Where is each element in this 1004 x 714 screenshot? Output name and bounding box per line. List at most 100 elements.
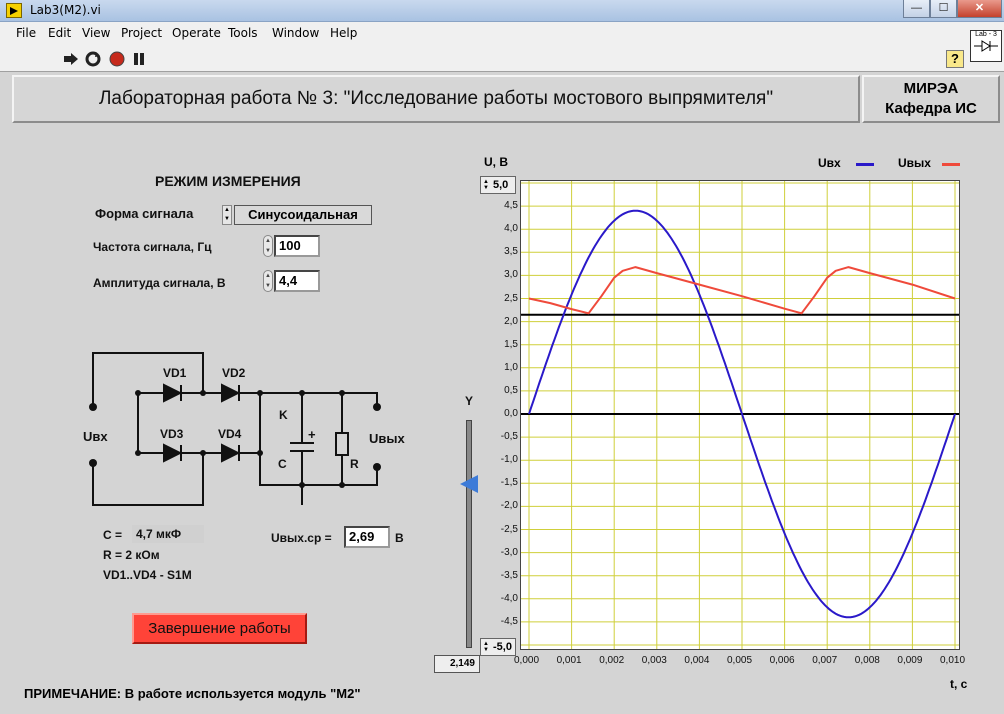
x-tick-label: 0,001 [556, 655, 582, 666]
diode-vd3-label: VD3 [160, 427, 184, 441]
menu-project[interactable]: Project [121, 26, 162, 40]
frequency-input[interactable]: 100 [274, 235, 320, 257]
x-tick-label: 0,005 [727, 655, 753, 666]
signal-form-value[interactable]: Синусоидальная [234, 205, 372, 225]
y-cursor-slider-knob[interactable] [460, 475, 478, 493]
switch-k-label: K [279, 408, 288, 422]
y-tick-label: -3,0 [500, 546, 518, 558]
x-tick-label: 0,010 [940, 655, 966, 666]
x-tick-label: 0,009 [897, 655, 923, 666]
scale-arrows-icon[interactable]: ▲ ▼ [483, 641, 489, 653]
menu-view[interactable]: View [82, 26, 110, 40]
output-voltage-label: Uвых [369, 431, 405, 446]
amplitude-input[interactable]: 4,4 [274, 270, 320, 292]
menu-tools[interactable]: Tools [228, 26, 258, 40]
graph-y-label: U, В [484, 155, 508, 169]
minimize-button[interactable]: — [903, 0, 930, 18]
amplitude-increment-icon[interactable]: ▲ ▼ [263, 270, 273, 292]
run-arrow-icon[interactable] [62, 50, 80, 68]
y-max-scale-input[interactable]: ▲ ▼ 5,0 [480, 176, 516, 194]
graph-x-label: t, c [950, 677, 968, 691]
vi-icon: Lab - 3 [970, 30, 1002, 62]
output-average-label: Uвых.ср = [271, 531, 332, 545]
y-tick-label: -0,5 [500, 431, 518, 443]
waveform-graph [520, 180, 960, 650]
y-tick-label: -1,0 [500, 454, 518, 466]
y-tick-label: -3,5 [500, 569, 518, 581]
capacitance-value: 4,7 мкФ [132, 525, 204, 543]
y-tick-label: 0,5 [504, 384, 518, 396]
capacitance-label: C = [103, 528, 123, 542]
resistance-line: R = 2 кОм [103, 548, 160, 562]
x-tick-label: 0,008 [854, 655, 880, 666]
context-help-button[interactable]: ? [946, 50, 964, 68]
frequency-label: Частота сигнала, Гц [93, 240, 212, 254]
lab-title: Лабораторная работа № 3: "Исследование р… [98, 88, 774, 109]
menu-operate[interactable]: Operate [172, 26, 221, 40]
output-average-value: 2,69 [344, 526, 390, 548]
lab-title-panel: Лабораторная работа № 3: "Исследование р… [12, 75, 860, 123]
frequency-increment-icon[interactable]: ▲ ▼ [263, 235, 273, 257]
x-tick-label: 0,003 [641, 655, 667, 666]
y-tick-label: -4,5 [500, 615, 518, 627]
resistor-r-label: R [350, 457, 359, 471]
menu-window[interactable]: Window [272, 26, 319, 40]
y-min-scale-input[interactable]: ▲ ▼ -5,0 [480, 638, 516, 656]
legend-uin-swatch [856, 163, 874, 166]
window-title: Lab3(M2).vi [30, 3, 101, 17]
y-tick-label: 3,0 [504, 269, 518, 281]
capacitor-plus-label: + [308, 427, 316, 442]
y-tick-label: -2,0 [500, 500, 518, 512]
output-average-unit: В [395, 531, 404, 545]
x-tick-label: 0,000 [514, 655, 540, 666]
y-tick-label: 2,0 [504, 315, 518, 327]
ring-arrows-icon[interactable]: ▲ ▼ [222, 205, 232, 225]
diode-vd1-label: VD1 [163, 366, 187, 380]
menu-file[interactable]: File [16, 26, 36, 40]
pause-icon[interactable] [130, 50, 148, 68]
x-tick-label: 0,007 [812, 655, 838, 666]
y-tick-label: 3,5 [504, 246, 518, 258]
signal-form-label: Форма сигнала [95, 206, 194, 221]
scale-arrows-icon[interactable]: ▲ ▼ [483, 179, 489, 191]
diodes-line: VD1..VD4 - S1M [103, 568, 192, 582]
y-cursor-value[interactable]: 2,149 [434, 655, 480, 673]
diode-vd2-label: VD2 [222, 366, 246, 380]
y-tick-label: 1,0 [504, 361, 518, 373]
toolbar: ? [0, 46, 1004, 72]
vi-icon-label: Lab - 3 [975, 31, 997, 38]
input-voltage-label: Uвх [83, 429, 108, 444]
close-button[interactable]: ✕ [957, 0, 1002, 18]
finish-work-button[interactable]: Завершение работы [132, 613, 307, 644]
slider-label: Y [465, 394, 474, 408]
y-tick-label: 4,5 [504, 200, 518, 212]
y-cursor-slider-track[interactable] [466, 420, 472, 648]
y-tick-label: -4,0 [500, 592, 518, 604]
amplitude-label: Амплитуда сигнала, В [93, 276, 226, 290]
x-tick-label: 0,004 [684, 655, 710, 666]
abort-stop-icon[interactable] [108, 50, 126, 68]
maximize-button[interactable]: ☐ [930, 0, 957, 18]
window-titlebar: Lab3(M2).vi — ☐ ✕ [0, 0, 1004, 22]
legend-uout-label: Uвых [898, 156, 931, 170]
y-tick-label: 0,0 [504, 408, 518, 419]
menu-help[interactable]: Help [330, 26, 357, 40]
org-panel: МИРЭА Кафедра ИС [862, 75, 1000, 123]
x-tick-label: 0,006 [769, 655, 795, 666]
menu-bar: File Edit View Project Operate Tools Win… [0, 22, 1004, 46]
y-tick-label: 1,5 [504, 338, 518, 350]
footer-note: ПРИМЕЧАНИЕ: В работе используется модуль… [24, 686, 361, 701]
y-tick-label: -2,5 [500, 523, 518, 535]
run-continuously-icon[interactable] [84, 50, 102, 68]
menu-edit[interactable]: Edit [48, 26, 71, 40]
labview-app-icon [6, 3, 22, 18]
waveform-plot-area [521, 181, 959, 649]
mode-heading: РЕЖИМ ИЗМЕРЕНИЯ [155, 173, 301, 189]
legend-uin-label: Uвх [818, 156, 841, 170]
org-name: МИРЭА [903, 80, 959, 97]
x-tick-label: 0,002 [599, 655, 625, 666]
legend-uout-swatch [942, 163, 960, 166]
y-tick-label: 2,5 [504, 292, 518, 304]
y-tick-label: -1,5 [500, 477, 518, 489]
signal-form-selector[interactable]: ▲ ▼ Синусоидальная [222, 205, 372, 225]
